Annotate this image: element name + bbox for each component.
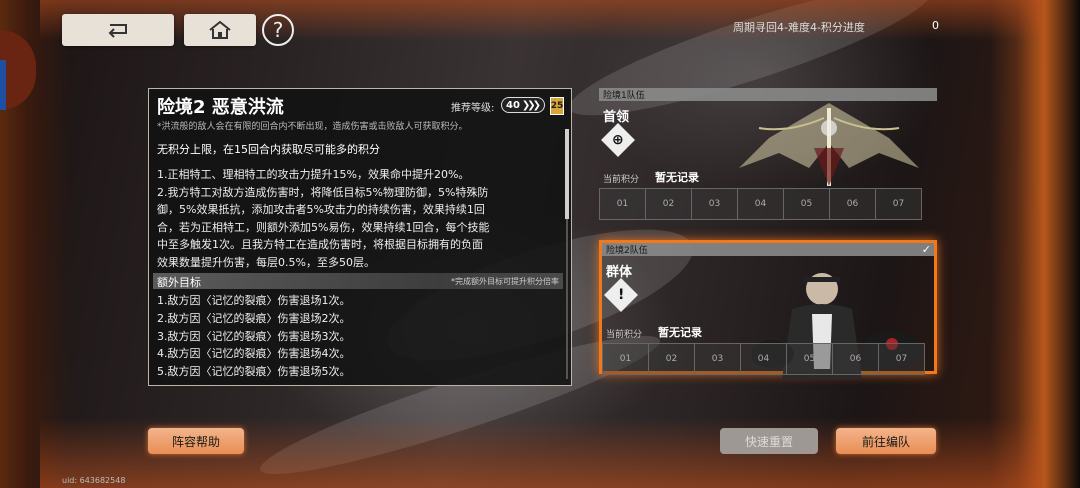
- score-value: 暂无记录: [655, 171, 699, 184]
- team-slot[interactable]: 02: [648, 343, 695, 375]
- question-icon: ?: [272, 18, 284, 42]
- extra-goals-note: *完成额外目标可提升积分倍率: [451, 277, 559, 286]
- edge-glow-right: [990, 0, 1080, 488]
- recommended-level-pill: 40 ❯❯❯: [501, 97, 545, 113]
- team-slot[interactable]: 03: [691, 188, 738, 220]
- recommended-tier: 25: [550, 97, 564, 115]
- team-slot[interactable]: 07: [875, 188, 922, 220]
- team-slot[interactable]: 05: [786, 343, 833, 375]
- team-header-label: 险境2队伍: [606, 246, 648, 256]
- desc-line: 御，5%效果抵抗，添加攻击者5%攻击力的持续伤害，效果持续1回: [157, 203, 485, 216]
- goal-item: 4.敌方因〈记忆的裂痕〉伤害退场4次。: [157, 347, 351, 361]
- recommended-label: 推荐等级:: [451, 103, 495, 114]
- lineup-help-button[interactable]: 阵容帮助: [148, 428, 244, 454]
- chevrons-icon: ❯❯❯: [521, 99, 541, 111]
- goal-item: 1.敌方因〈记忆的裂痕〉伤害退场1次。: [157, 294, 351, 307]
- back-arrow-icon: [108, 24, 127, 38]
- stage-panel: 险境2 恶意洪流 推荐等级: 40 ❯❯❯ 25 *洪流般的敌人会在有限的回合内…: [148, 88, 572, 386]
- extra-goals-list: 1.敌方因〈记忆的裂痕〉伤害退场1次。 2.敌方因〈记忆的裂痕〉伤害退场2次。 …: [157, 292, 351, 381]
- scrollbar-thumb[interactable]: [565, 129, 569, 219]
- goal-item: 5.敌方因〈记忆的裂痕〉伤害退场5次。: [157, 365, 351, 379]
- score-label: 当前积分: [603, 175, 640, 185]
- group-type-icon: !: [604, 278, 638, 312]
- boss-type-icon: ⊕: [601, 123, 635, 157]
- help-button[interactable]: ?: [262, 14, 294, 46]
- progress-label: 周期寻回4-难度4-积分进度: [733, 21, 865, 34]
- home-button[interactable]: [184, 14, 256, 46]
- team-card-1[interactable]: 险境1队伍 首领 ⊕ 当前积分 暂无记录 01 02 03 04 05 06 0…: [599, 88, 937, 222]
- boss-artwork: [739, 103, 919, 186]
- go-to-formation-button[interactable]: 前往编队: [836, 428, 936, 454]
- stage-title: 险境2 恶意洪流: [157, 97, 284, 118]
- user-id: uid: 643682548: [62, 476, 126, 485]
- desc-line: 中至多触发1次。且我方特工在造成伤害时，将根据目标拥有的负面: [157, 238, 483, 251]
- extra-goals-title: 额外目标: [157, 276, 201, 289]
- checkmark-icon: ✓: [921, 243, 931, 256]
- team-slot[interactable]: 04: [737, 188, 784, 220]
- recommended-level: 40: [506, 99, 520, 111]
- back-button[interactable]: [62, 14, 174, 46]
- team-slots: 01 02 03 04 05 06 07: [599, 188, 922, 220]
- team-slot[interactable]: 03: [694, 343, 741, 375]
- team-header-label: 险境1队伍: [603, 91, 645, 101]
- desc-line: 合，若为正相特工，则额外添加5%易伤，效果持续1回合，每个技能: [157, 220, 490, 234]
- stage-subtitle: 无积分上限，在15回合内获取尽可能多的积分: [157, 143, 380, 156]
- desc-line: 效果数量提升伤害，每层0.5%，至多50层。: [157, 255, 375, 269]
- goal-item: 3.敌方因〈记忆的裂痕〉伤害退场3次。: [157, 329, 351, 343]
- score-label: 当前积分: [606, 330, 643, 340]
- team-slot[interactable]: 06: [832, 343, 879, 375]
- team-type: 群体: [606, 265, 633, 280]
- stage-description[interactable]: 1.正相特工、理相特工的攻击力提升15%，效果命中提升20%。 2.我方特工对敌…: [157, 166, 563, 271]
- score-value: 暂无记录: [658, 326, 702, 339]
- team-slots: 01 02 03 04 05 06 07: [602, 343, 925, 375]
- home-icon: [209, 20, 231, 39]
- team-slot[interactable]: 06: [829, 188, 876, 220]
- team-slot[interactable]: 04: [740, 343, 787, 375]
- team-slot[interactable]: 01: [599, 188, 646, 220]
- team-slot[interactable]: 05: [783, 188, 830, 220]
- team-header: 险境1队伍: [599, 88, 937, 101]
- desc-line: 2.我方特工对敌方造成伤害时，将降低目标5%物理防御，5%特殊防: [157, 185, 489, 199]
- team-slot[interactable]: 02: [645, 188, 692, 220]
- team-type: 首领: [603, 110, 630, 125]
- team-header: 险境2队伍: [602, 243, 934, 256]
- stage-note: *洪流般的敌人会在有限的回合内不断出现，造成伤害或击败敌人可获取积分。: [157, 122, 468, 132]
- team-slot[interactable]: 01: [602, 343, 649, 375]
- quick-reset-button[interactable]: 快速重置: [720, 428, 818, 454]
- team-card-2[interactable]: 险境2队伍 ✓ 群体 ! 当前积分 暂无记录 01 02 03 04 05 06…: [599, 240, 937, 379]
- team-slot[interactable]: 07: [878, 343, 925, 375]
- extra-goals-header: 额外目标 *完成额外目标可提升积分倍率: [153, 273, 563, 289]
- desc-line: 1.正相特工、理相特工的攻击力提升15%，效果命中提升20%。: [157, 168, 470, 181]
- progress-value: 0: [932, 19, 939, 32]
- goal-item: 2.敌方因〈记忆的裂痕〉伤害退场2次。: [157, 311, 351, 325]
